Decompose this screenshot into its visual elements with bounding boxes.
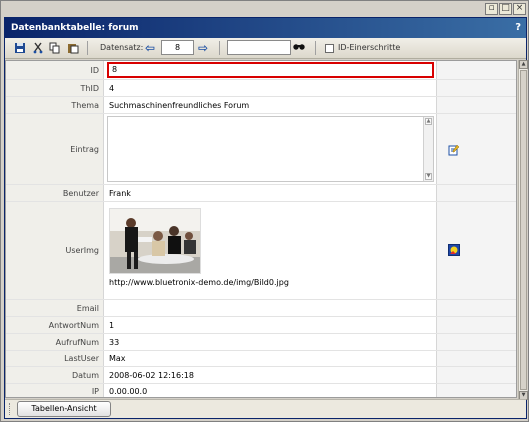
field-row-aufrufnum: AufrufNum 33 (6, 334, 516, 351)
field-side-panel (436, 384, 516, 397)
paste-icon[interactable] (66, 41, 80, 55)
antwortnum-field[interactable]: 1 (105, 317, 435, 333)
textarea-scrollbar[interactable]: ▲ ▼ (423, 117, 433, 181)
benutzer-label: Benutzer (6, 185, 104, 201)
minimize-button[interactable]: ▫ (485, 3, 498, 15)
field-row-lastuser: LastUser Max (6, 351, 516, 367)
field-row-eintrag: Eintrag ▲ ▼ (6, 114, 516, 185)
outer-window: ▫ □ × Datenbanktabelle: forum ? Datensat… (0, 0, 529, 422)
eintrag-textarea[interactable]: ▲ ▼ (107, 116, 434, 182)
antwortnum-label: AntwortNum (6, 317, 104, 333)
image-picker-icon[interactable] (448, 244, 460, 256)
field-side-panel (436, 367, 516, 383)
field-row-thid: ThID 4 (6, 80, 516, 97)
benutzer-field[interactable]: Frank (105, 185, 435, 201)
email-field[interactable] (105, 300, 435, 316)
drag-grip-icon[interactable] (9, 403, 13, 415)
scroll-up-icon[interactable]: ▲ (425, 118, 432, 125)
field-row-email: Email (6, 300, 516, 317)
help-button[interactable]: ? (515, 18, 521, 38)
record-form: ID 8 ThID 4 Thema Suchmaschinenfreundlic… (5, 60, 517, 398)
field-side-panel (436, 80, 516, 96)
toolbar-separator (87, 41, 88, 55)
ip-label: IP (6, 384, 104, 397)
search-input[interactable] (227, 40, 291, 55)
scrollbar-thumb[interactable] (520, 70, 527, 390)
maximize-button[interactable]: □ (499, 3, 512, 15)
datum-label: Datum (6, 367, 104, 383)
dialog-titlebar: Datenbanktabelle: forum ? (5, 18, 526, 38)
scroll-down-icon[interactable]: ▼ (425, 173, 432, 180)
toolbar-separator (219, 41, 220, 55)
record-label: Datensatz: (100, 43, 144, 52)
user-photo (109, 208, 201, 274)
userimg-url[interactable]: http://www.bluetronix-demo.de/img/Bild0.… (109, 278, 289, 287)
thid-field[interactable]: 4 (105, 80, 435, 96)
scroll-up-icon[interactable]: ▲ (519, 60, 528, 69)
thema-field[interactable]: Suchmaschinenfreundliches Forum (105, 97, 435, 113)
userimg-label: UserImg (6, 202, 104, 299)
next-record-icon[interactable]: ⇨ (198, 41, 208, 55)
field-row-thema: Thema Suchmaschinenfreundliches Forum (6, 97, 516, 114)
copy-icon[interactable] (48, 41, 62, 55)
aufrufnum-field[interactable]: 33 (105, 334, 435, 350)
cut-icon[interactable] (31, 41, 45, 55)
field-side-panel (436, 185, 516, 201)
bottom-bar: Tabellen-Ansicht (5, 399, 526, 418)
field-row-antwortnum: AntwortNum 1 (6, 317, 516, 334)
dialog-title: Datenbanktabelle: forum (11, 23, 139, 33)
email-label: Email (6, 300, 104, 316)
aufrufnum-label: AufrufNum (6, 334, 104, 350)
field-side-panel (436, 351, 516, 366)
record-toolbar: Datensatz: ⇦ 8 ⇨ ID-Einerschritte (5, 38, 526, 59)
close-button[interactable]: × (513, 3, 526, 15)
binoculars-search-icon[interactable] (293, 42, 305, 52)
database-table-dialog: Datenbanktabelle: forum ? Datensatz: ⇦ 8… (4, 17, 528, 419)
field-row-datum: Datum 2008-06-02 12:16:18 (6, 367, 516, 384)
field-side-panel (436, 317, 516, 333)
thid-label: ThID (6, 80, 104, 96)
previous-record-icon[interactable]: ⇦ (145, 41, 155, 55)
datum-field[interactable]: 2008-06-02 12:16:18 (105, 367, 435, 383)
id-steps-checkbox[interactable] (325, 44, 334, 53)
field-row-ip: IP 0.00.00.0 (6, 384, 516, 397)
field-row-benutzer: Benutzer Frank (6, 185, 516, 202)
field-row-id: ID 8 (6, 61, 516, 80)
id-label: ID (6, 61, 104, 79)
edit-text-icon[interactable] (448, 144, 460, 156)
save-icon[interactable] (13, 41, 27, 55)
id-steps-label: ID-Einerschritte (338, 43, 401, 52)
form-scrollbar[interactable]: ▲ ▼ (518, 60, 528, 400)
lastuser-field[interactable]: Max (105, 351, 435, 366)
record-number-input[interactable]: 8 (161, 40, 194, 55)
field-side-panel (436, 334, 516, 350)
thema-label: Thema (6, 97, 104, 113)
toolbar-separator (315, 41, 316, 55)
lastuser-label: LastUser (6, 351, 104, 366)
field-row-userimg: UserImg http://www.bluetronix-demo.de/im… (6, 202, 516, 300)
field-side-panel (436, 300, 516, 316)
ip-field[interactable]: 0.00.00.0 (105, 384, 435, 397)
id-field[interactable]: 8 (107, 62, 434, 78)
field-side-panel (436, 97, 516, 113)
field-side-panel (436, 61, 516, 79)
eintrag-label: Eintrag (6, 114, 104, 184)
table-view-button[interactable]: Tabellen-Ansicht (17, 401, 111, 417)
